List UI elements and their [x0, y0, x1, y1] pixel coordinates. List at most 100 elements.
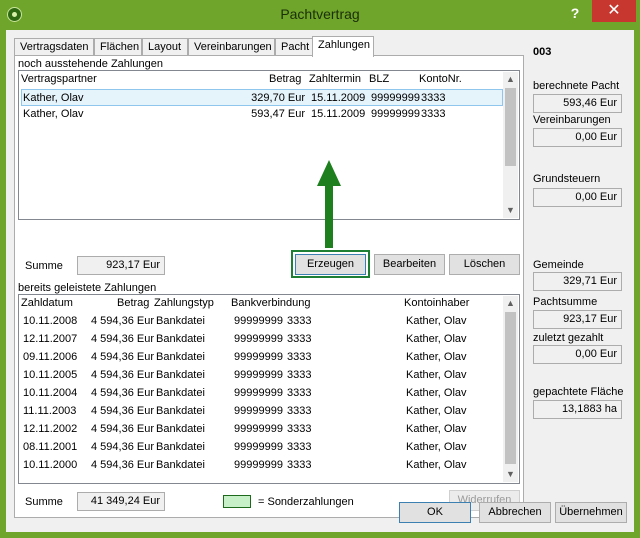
holder-cell: Kather, Olav	[406, 369, 467, 381]
paid-amount-cell: 4 594,36 Eur	[91, 387, 154, 399]
blz-cell: 99999999	[371, 108, 420, 120]
arrow-up-icon	[317, 160, 341, 248]
window-title: Pachtvertrag	[280, 6, 360, 22]
pending-sum-label: Summe	[25, 260, 63, 272]
pending-row[interactable]: Kather, Olav 593,47 Eur 15.11.2009 99999…	[21, 106, 503, 123]
ok-button[interactable]: OK	[399, 502, 471, 523]
paid-amount-cell: 4 594,36 Eur	[91, 369, 154, 381]
col-header-paid-amount[interactable]: Betrag	[117, 297, 149, 309]
pending-payments-list[interactable]: Vertragspartner Betrag Zahltermin BLZ Ko…	[18, 70, 520, 220]
tab-zahlungen[interactable]: Zahlungen	[312, 36, 374, 57]
amount-cell: 329,70 Eur	[251, 92, 305, 104]
due-date-cell: 15.11.2009	[311, 92, 366, 104]
paid-row[interactable]: 10.11.2000 4 594,36 Eur Bankdatei 99999999 3…	[21, 457, 503, 474]
pending-payments-label: noch ausstehende Zahlungen	[18, 58, 163, 70]
paid-row[interactable]: 10.11.2005 4 594,36 Eur Bankdatei 99999999 3…	[21, 367, 503, 384]
title-bar[interactable]: Pachtvertrag ? ✕	[0, 0, 640, 30]
rent-total-label: Pachtsumme	[533, 296, 598, 308]
rent-total-field: 923,17 Eur	[533, 310, 622, 329]
holder-cell: Kather, Olav	[406, 333, 467, 345]
scroll-down-icon[interactable]: ▼	[503, 203, 518, 218]
land-tax-field: 0,00 Eur	[533, 188, 622, 207]
cancel-button[interactable]: Abbrechen	[479, 502, 551, 523]
close-button[interactable]: ✕	[592, 0, 636, 22]
apply-button[interactable]: Übernehmen	[555, 502, 627, 523]
partner-cell: Kather, Olav	[23, 108, 84, 120]
col-header-due-date[interactable]: Zahltermin	[309, 73, 361, 85]
col-header-payment-date[interactable]: Zahldatum	[21, 297, 73, 309]
scroll-down-icon[interactable]: ▼	[503, 467, 518, 482]
calc-rent-field: 593,46 Eur	[533, 94, 622, 113]
col-header-bank[interactable]: Bankverbindung	[231, 297, 311, 309]
paid-row[interactable]: 09.11.2006 4 594,36 Eur Bankdatei 99999999 3…	[21, 349, 503, 366]
account-cell: 3333	[287, 441, 312, 453]
holder-cell: Kather, Olav	[406, 423, 467, 435]
payment-type-cell: Bankdatei	[156, 333, 205, 345]
payments-tab-panel: noch ausstehende Zahlungen Vertragspartn…	[14, 55, 524, 518]
col-header-account[interactable]: KontoNr.	[419, 73, 462, 85]
paid-amount-cell: 4 594,36 Eur	[91, 459, 154, 471]
account-cell: 3333	[287, 387, 312, 399]
due-date-cell: 15.11.2009	[311, 108, 366, 120]
amount-cell: 593,47 Eur	[251, 108, 305, 120]
paid-payments-list[interactable]: Zahldatum Betrag Zahlungstyp Bankverbind…	[18, 294, 520, 484]
paid-row[interactable]: 12.11.2007 4 594,36 Eur Bankdatei 99999999 3…	[21, 331, 503, 348]
payment-type-cell: Bankdatei	[156, 423, 205, 435]
contract-id: 003	[533, 46, 552, 58]
paid-row[interactable]: 10.11.2008 4 594,36 Eur Bankdatei 99999999 3…	[21, 313, 503, 330]
blz-cell: 99999999	[234, 405, 283, 417]
leased-area-field: 13,1883 ha	[533, 400, 622, 419]
edit-button[interactable]: Bearbeiten	[374, 254, 445, 275]
col-header-blz[interactable]: BLZ	[369, 73, 389, 85]
paid-amount-cell: 4 594,36 Eur	[91, 423, 154, 435]
payment-type-cell: Bankdatei	[156, 405, 205, 417]
account-cell: 3333	[421, 108, 446, 120]
col-header-amount[interactable]: Betrag	[269, 73, 301, 85]
paid-payments-label: bereits geleistete Zahlungen	[18, 282, 157, 294]
blz-cell: 99999999	[234, 351, 283, 363]
holder-cell: Kather, Olav	[406, 315, 467, 327]
payment-type-cell: Bankdatei	[156, 369, 205, 381]
pending-row[interactable]: Kather, Olav 329,70 Eur 15.11.2009 99999…	[21, 89, 503, 106]
paid-amount-cell: 4 594,36 Eur	[91, 333, 154, 345]
paid-row[interactable]: 10.11.2004 4 594,36 Eur Bankdatei 99999999 3…	[21, 385, 503, 402]
scroll-up-icon[interactable]: ▲	[503, 72, 518, 87]
blz-cell: 99999999	[234, 423, 283, 435]
col-header-holder[interactable]: Kontoinhaber	[404, 297, 469, 309]
payment-type-cell: Bankdatei	[156, 351, 205, 363]
tab-vertragsdaten[interactable]: Vertragsdaten	[14, 38, 94, 56]
account-cell: 3333	[287, 333, 312, 345]
dialog-window: Pachtvertrag ? ✕ Vertragsdaten Flächen L…	[0, 0, 640, 538]
help-button[interactable]: ?	[562, 2, 588, 24]
scroll-up-icon[interactable]: ▲	[503, 296, 518, 311]
col-header-partner[interactable]: Vertragspartner	[21, 73, 97, 85]
tab-layout[interactable]: Layout	[142, 38, 188, 56]
special-payment-swatch	[223, 495, 251, 508]
pending-scrollbar[interactable]: ▲ ▼	[503, 72, 518, 218]
paid-row[interactable]: 11.11.2003 4 594,36 Eur Bankdatei 99999999 3…	[21, 403, 503, 420]
create-payments-button[interactable]: Erzeugen	[295, 254, 366, 275]
special-payment-legend: = Sonderzahlungen	[258, 496, 354, 508]
tab-vereinbarungen[interactable]: Vereinbarungen	[188, 38, 275, 56]
account-cell: 3333	[421, 92, 446, 104]
col-header-payment-type[interactable]: Zahlungstyp	[154, 297, 214, 309]
scroll-thumb[interactable]	[505, 88, 516, 166]
calc-rent-label: berechnete Pacht	[533, 80, 620, 92]
delete-button[interactable]: Löschen	[449, 254, 520, 275]
account-cell: 3333	[287, 405, 312, 417]
paid-row[interactable]: 08.11.2001 4 594,36 Eur Bankdatei 99999999 3…	[21, 439, 503, 456]
municipality-field: 329,71 Eur	[533, 272, 622, 291]
blz-cell: 99999999	[234, 315, 283, 327]
paid-row[interactable]: 12.11.2002 4 594,36 Eur Bankdatei 99999999 3…	[21, 421, 503, 438]
agreements-label: Vereinbarungen	[533, 114, 611, 126]
partner-cell: Kather, Olav	[23, 92, 84, 104]
paid-amount-cell: 4 594,36 Eur	[91, 405, 154, 417]
tab-pacht[interactable]: Pacht	[275, 38, 313, 56]
tab-flaechen[interactable]: Flächen	[94, 38, 142, 56]
holder-cell: Kather, Olav	[406, 441, 467, 453]
paid-sum-field: 41 349,24 Eur	[77, 492, 165, 511]
blz-cell: 99999999	[234, 369, 283, 381]
scroll-thumb[interactable]	[505, 312, 516, 464]
paid-scrollbar[interactable]: ▲ ▼	[503, 296, 518, 482]
pending-sum-field: 923,17 Eur	[77, 256, 165, 275]
